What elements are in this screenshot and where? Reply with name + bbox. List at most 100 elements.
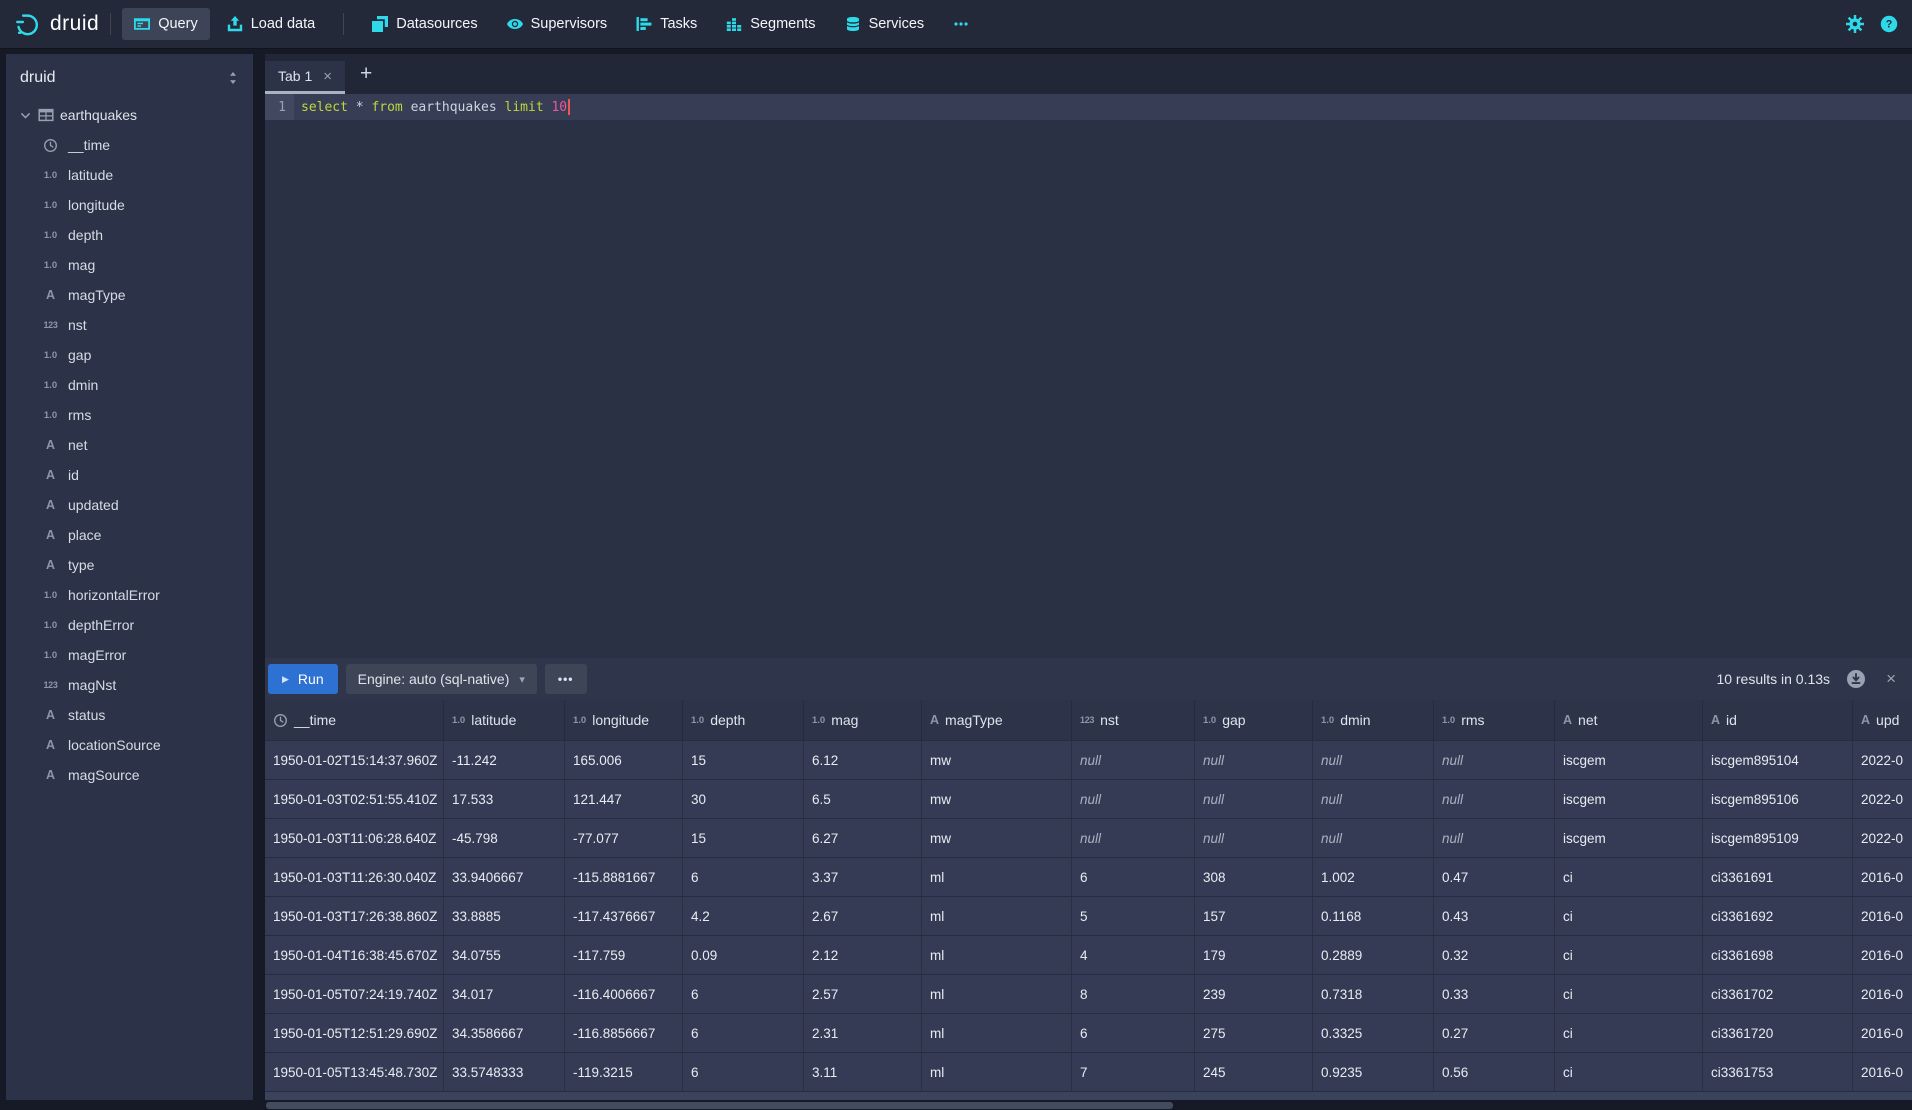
table-cell[interactable]: 1950-01-05T13:45:48.730Z (265, 1053, 444, 1091)
table-cell[interactable]: 34.3586667 (444, 1014, 565, 1052)
table-cell[interactable]: 2016-0 (1853, 858, 1912, 896)
column-header-net[interactable]: Anet (1555, 700, 1703, 740)
column-header-id[interactable]: Aid (1703, 700, 1853, 740)
table-cell[interactable]: 1950-01-04T16:38:45.670Z (265, 936, 444, 974)
table-cell[interactable]: -117.759 (565, 936, 683, 974)
table-cell[interactable]: 2016-0 (1853, 1053, 1912, 1091)
nav-item-segments[interactable]: Segments (714, 8, 827, 40)
table-cell[interactable]: iscgem (1555, 819, 1703, 857)
column-header-longitude[interactable]: 1.0longitude (565, 700, 683, 740)
table-cell[interactable]: 239 (1195, 975, 1313, 1013)
table-cell[interactable]: 1950-01-02T15:14:37.960Z (265, 741, 444, 779)
nav-item-tasks[interactable]: Tasks (624, 8, 709, 40)
table-cell[interactable]: 7 (1072, 1053, 1195, 1091)
table-cell[interactable]: 17.533 (444, 780, 565, 818)
table-cell[interactable]: 6.5 (804, 780, 922, 818)
chevron-down-icon[interactable] (19, 109, 32, 122)
sidebar-column-nst[interactable]: 123nst (6, 310, 253, 340)
table-cell[interactable]: -116.8856667 (565, 1014, 683, 1052)
column-header-latitude[interactable]: 1.0latitude (444, 700, 565, 740)
table-cell[interactable]: 34.017 (444, 975, 565, 1013)
editor-line-1[interactable]: 1 select * from earthquakes limit 10 (265, 94, 1912, 120)
table-cell[interactable]: 4.2 (683, 897, 804, 935)
sidebar-column-depth[interactable]: 1.0depth (6, 220, 253, 250)
table-cell[interactable]: -119.3215 (565, 1053, 683, 1091)
sidebar-column-net[interactable]: Anet (6, 430, 253, 460)
sidebar-column-rms[interactable]: 1.0rms (6, 400, 253, 430)
sidebar-column-longitude[interactable]: 1.0longitude (6, 190, 253, 220)
scrollbar-thumb[interactable] (266, 1102, 1173, 1109)
sidebar-column-deptherror[interactable]: 1.0depthError (6, 610, 253, 640)
sidebar-column-horizontalerror[interactable]: 1.0horizontalError (6, 580, 253, 610)
table-cell[interactable]: 6 (683, 975, 804, 1013)
table-cell[interactable]: 2016-0 (1853, 975, 1912, 1013)
table-cell[interactable]: ml (922, 936, 1072, 974)
table-cell[interactable]: 30 (683, 780, 804, 818)
table-cell[interactable]: null (1313, 780, 1434, 818)
table-cell[interactable]: null (1434, 780, 1555, 818)
table-cell[interactable]: 0.32 (1434, 936, 1555, 974)
table-cell[interactable]: 1950-01-03T17:26:38.860Z (265, 897, 444, 935)
table-cell[interactable]: null (1195, 741, 1313, 779)
table-cell[interactable]: -45.798 (444, 819, 565, 857)
nav-item-supervisors[interactable]: Supervisors (495, 8, 620, 40)
table-cell[interactable]: ci (1555, 936, 1703, 974)
table-cell[interactable]: 3.37 (804, 858, 922, 896)
close-results-icon[interactable]: × (1880, 669, 1902, 689)
table-cell[interactable]: ci (1555, 1053, 1703, 1091)
table-cell[interactable]: -115.8881667 (565, 858, 683, 896)
table-cell[interactable]: ml (922, 975, 1072, 1013)
nav-item-more[interactable] (941, 8, 981, 40)
sidebar-column-latitude[interactable]: 1.0latitude (6, 160, 253, 190)
sidebar-column-id[interactable]: Aid (6, 460, 253, 490)
table-cell[interactable]: 6 (683, 1014, 804, 1052)
table-cell[interactable]: ci (1555, 858, 1703, 896)
table-cell[interactable]: 0.09 (683, 936, 804, 974)
table-cell[interactable]: null (1434, 741, 1555, 779)
table-cell[interactable]: null (1195, 780, 1313, 818)
editor-empty-area[interactable] (265, 120, 1912, 658)
table-cell[interactable]: 1950-01-05T07:24:19.740Z (265, 975, 444, 1013)
table-cell[interactable]: iscgem895109 (1703, 819, 1853, 857)
table-cell[interactable]: ml (922, 858, 1072, 896)
table-cell[interactable]: 0.43 (1434, 897, 1555, 935)
table-cell[interactable]: 179 (1195, 936, 1313, 974)
table-row-partial[interactable] (265, 1091, 1912, 1100)
table-cell[interactable]: ml (922, 897, 1072, 935)
table-cell[interactable]: -117.4376667 (565, 897, 683, 935)
table-cell[interactable]: mw (922, 819, 1072, 857)
sidebar-column-type[interactable]: Atype (6, 550, 253, 580)
druid-logo[interactable]: druid (14, 11, 99, 38)
table-cell[interactable]: 4 (1072, 936, 1195, 974)
help-icon[interactable]: ? (1880, 15, 1898, 33)
table-cell[interactable]: 2016-0 (1853, 1014, 1912, 1052)
table-cell[interactable]: 0.9235 (1313, 1053, 1434, 1091)
table-cell[interactable]: iscgem (1555, 741, 1703, 779)
table-cell[interactable]: 5 (1072, 897, 1195, 935)
table-cell[interactable]: null (1195, 819, 1313, 857)
table-cell[interactable]: null (1072, 741, 1195, 779)
table-cell[interactable]: ml (922, 1053, 1072, 1091)
table-cell[interactable]: 33.5748333 (444, 1053, 565, 1091)
table-cell[interactable]: 6.12 (804, 741, 922, 779)
table-cell[interactable]: 2016-0 (1853, 897, 1912, 935)
tab-close-icon[interactable]: × (323, 69, 332, 84)
table-cell[interactable]: 8 (1072, 975, 1195, 1013)
table-cell[interactable]: ci (1555, 1014, 1703, 1052)
table-cell[interactable]: 34.0755 (444, 936, 565, 974)
table-cell[interactable]: 165.006 (565, 741, 683, 779)
table-cell[interactable]: 0.3325 (1313, 1014, 1434, 1052)
table-cell[interactable]: -77.077 (565, 819, 683, 857)
table-cell[interactable]: 3.11 (804, 1053, 922, 1091)
table-cell[interactable]: 0.2889 (1313, 936, 1434, 974)
sidebar-column-locationsource[interactable]: AlocationSource (6, 730, 253, 760)
table-cell[interactable]: 0.33 (1434, 975, 1555, 1013)
table-cell[interactable]: ci3361698 (1703, 936, 1853, 974)
double-caret-sort-icon[interactable] (225, 70, 241, 86)
table-cell[interactable]: 2.31 (804, 1014, 922, 1052)
table-cell[interactable]: mw (922, 780, 1072, 818)
sidebar-column-place[interactable]: Aplace (6, 520, 253, 550)
sidebar-column-__time[interactable]: __time (6, 130, 253, 160)
table-cell[interactable]: 15 (683, 741, 804, 779)
settings-icon[interactable] (1846, 15, 1864, 33)
